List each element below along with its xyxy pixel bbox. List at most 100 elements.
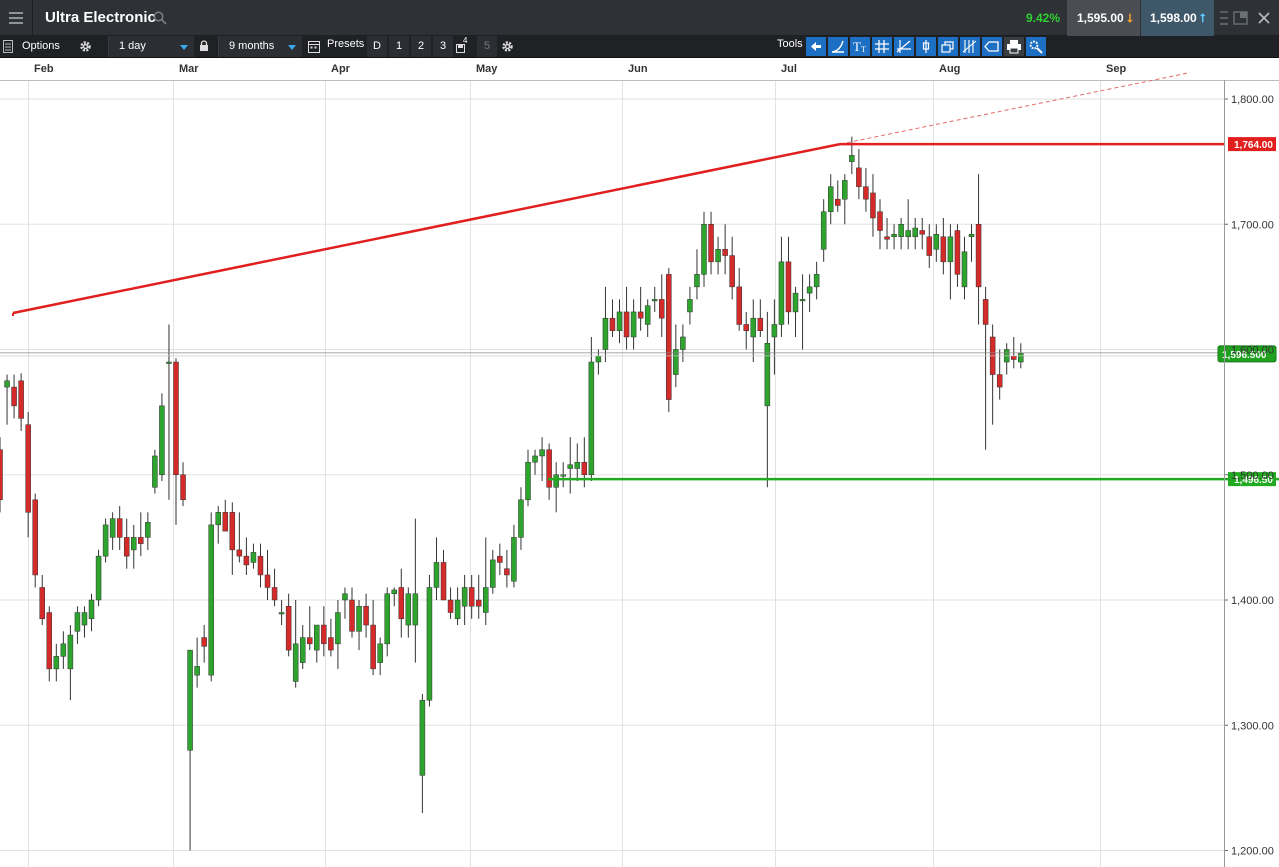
fibonacci-tool-icon[interactable]	[960, 37, 980, 56]
candle-body	[370, 624, 376, 670]
candle-body	[419, 699, 426, 776]
back-tool-icon[interactable]	[806, 37, 826, 56]
calendar-icon[interactable]	[308, 40, 320, 53]
gear-icon[interactable]	[79, 40, 92, 53]
candle-body	[806, 286, 813, 294]
resistance-level-label: 1,764.00	[1234, 140, 1273, 151]
candle-body	[877, 211, 883, 231]
candle-body	[701, 224, 707, 275]
candle-body	[475, 599, 482, 607]
candle-body	[813, 274, 820, 288]
trendline-tool-icon[interactable]	[894, 37, 914, 56]
popout-icon[interactable]	[1233, 9, 1249, 27]
preset-button[interactable]: D	[367, 36, 387, 57]
month-label: Jul	[781, 63, 797, 75]
preset-button[interactable]: 5	[477, 36, 497, 57]
candle-body	[546, 449, 552, 488]
candle-body	[384, 593, 390, 645]
curve-tool-icon[interactable]	[828, 37, 848, 56]
candle-body	[919, 230, 925, 235]
candle-body	[835, 198, 841, 206]
price-chart[interactable]: Feb Mar Apr May Jun Jul Aug Sep 1,764.001,496.5…	[0, 58, 1279, 867]
candle-body	[468, 587, 475, 607]
sell-price-button[interactable]: 1,595.00 ⭣	[1067, 0, 1140, 36]
interval-dropdown[interactable]: 1 day	[108, 36, 194, 57]
preset-button[interactable]: 1	[389, 36, 409, 57]
candle-body	[454, 599, 461, 620]
lock-icon[interactable]	[199, 40, 209, 52]
settings-icon[interactable]	[1026, 37, 1046, 56]
candle-body	[856, 167, 862, 187]
candle-body	[123, 537, 130, 557]
range-dropdown[interactable]: 9 months	[218, 36, 302, 57]
text-tool-icon[interactable]: TT	[850, 37, 870, 56]
candle-body	[257, 555, 264, 576]
candle-body	[644, 305, 651, 325]
candle-body	[497, 555, 503, 563]
label-tool-icon[interactable]	[982, 37, 1002, 56]
candle-body	[863, 186, 869, 200]
resistance-trendline	[12, 142, 841, 315]
candle-body	[377, 643, 383, 663]
search-icon[interactable]	[153, 11, 167, 25]
candle-body	[975, 224, 982, 288]
candle-tool-icon[interactable]	[916, 37, 936, 56]
candle-body	[884, 236, 890, 240]
candle-body	[933, 234, 940, 250]
candle-body	[314, 624, 320, 651]
price-tick-label: 1,800.00	[1231, 94, 1274, 106]
print-icon[interactable]	[1004, 37, 1024, 56]
options-button[interactable]: Options	[22, 36, 60, 57]
candle-body	[18, 380, 24, 419]
grid-tool-icon[interactable]	[872, 37, 892, 56]
candle-body	[708, 224, 714, 263]
candle-body	[792, 292, 799, 313]
candle-body	[595, 355, 602, 363]
candle-body	[243, 555, 250, 566]
preset-button[interactable]: 3	[433, 36, 453, 57]
candle-body	[285, 606, 292, 651]
svg-text:T: T	[861, 45, 866, 54]
candle-body	[152, 455, 158, 488]
candle-body	[335, 612, 341, 645]
candle-body	[236, 549, 243, 557]
candle-body	[870, 192, 876, 219]
month-label: Feb	[34, 63, 54, 75]
candle-body	[145, 522, 151, 538]
candle-body	[820, 211, 827, 250]
document-icon[interactable]	[3, 40, 13, 53]
candle-body	[271, 587, 278, 601]
candle-body	[581, 461, 588, 476]
scroll-handle-icon[interactable]	[1216, 9, 1232, 27]
candle-body	[490, 559, 496, 588]
preset-button[interactable]: 2	[411, 36, 431, 57]
candle-body	[208, 524, 214, 676]
candle-body	[426, 587, 433, 701]
candle-body	[687, 299, 693, 313]
candle-body	[194, 666, 200, 676]
change-percent: 9.42%	[1025, 11, 1060, 25]
candle-body	[328, 637, 334, 651]
candle-body	[53, 656, 60, 670]
candle-body	[926, 236, 933, 256]
buy-price-button[interactable]: 1,598.00 ⭡	[1141, 0, 1214, 36]
candle-body	[666, 274, 672, 400]
buy-price: 1,598.00	[1150, 11, 1197, 25]
svg-text:T: T	[853, 39, 861, 54]
candle-body	[67, 634, 74, 670]
layers-tool-icon[interactable]	[938, 37, 958, 56]
candle-body	[722, 249, 728, 256]
close-icon[interactable]	[1256, 9, 1272, 27]
month-label: Aug	[939, 63, 960, 75]
candle-body	[88, 599, 95, 620]
candle-body	[560, 474, 566, 477]
gear-icon[interactable]	[501, 40, 514, 53]
candle-body	[616, 311, 623, 331]
candle-body	[32, 499, 38, 576]
candle-body	[623, 311, 630, 338]
candle-body	[187, 649, 193, 751]
price-tick-label: 1,200.00	[1231, 846, 1274, 858]
candle-body	[736, 286, 742, 325]
menu-icon[interactable]	[0, 0, 33, 36]
preset-save-button[interactable]: 4	[455, 36, 473, 57]
